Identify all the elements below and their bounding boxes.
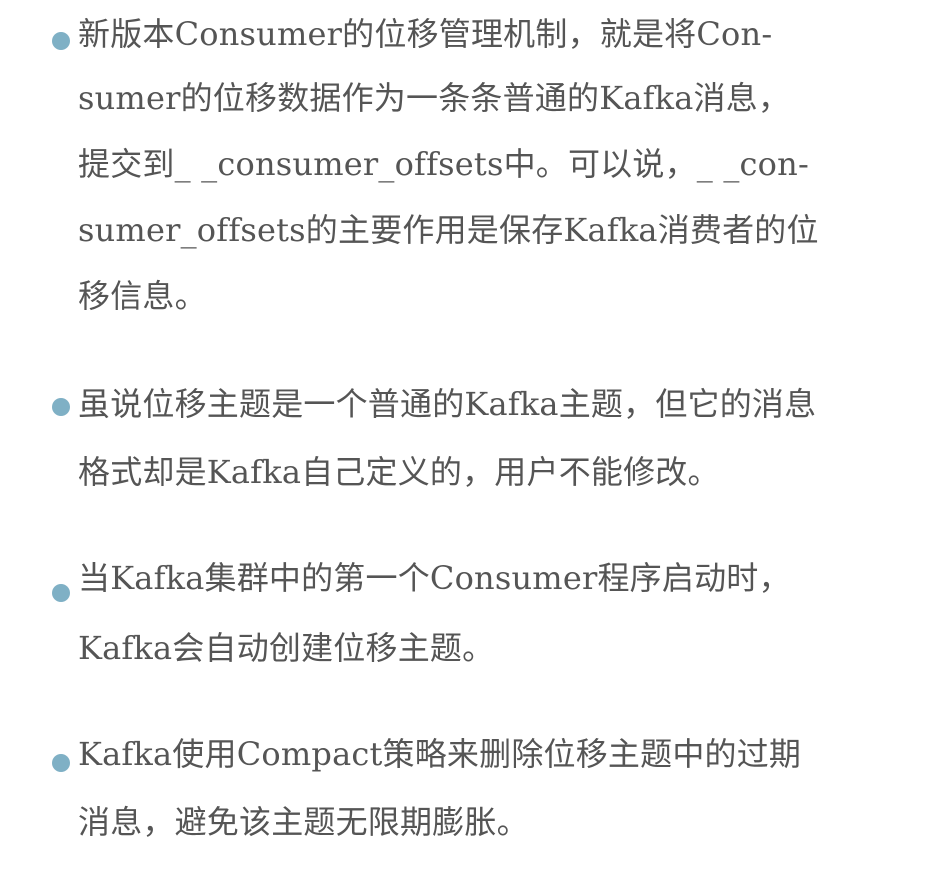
- bullet-text-line: Kafka使用Compact策略来删除位移主题中的过期: [78, 735, 802, 773]
- bullet-text-line: 提交到_ _consumer_offsets中。可以说，_ _con-: [78, 145, 809, 183]
- bullet-dot-icon: [52, 754, 70, 772]
- bullet-dot-icon: [52, 584, 70, 602]
- bullet-dot-icon: [52, 398, 70, 416]
- bullet-text-line: Kafka会自动创建位移主题。: [78, 629, 495, 667]
- bullet-text-line: 当Kafka集群中的第一个Consumer程序启动时，: [78, 559, 791, 597]
- bullet-text-line: sumer的位移数据作为一条条普通的Kafka消息，: [78, 79, 791, 117]
- bullet-text-line: 新版本Consumer的位移管理机制，就是将Con-: [78, 15, 773, 53]
- bullet-text-line: 虽说位移主题是一个普通的Kafka主题，但它的消息: [78, 385, 817, 423]
- bullet-text-line: 移信息。: [78, 277, 207, 315]
- bullet-dot-icon: [52, 32, 70, 50]
- bullet-text-line: 格式却是Kafka自己定义的，用户不能修改。: [78, 453, 720, 491]
- bullet-text-line: sumer_offsets的主要作用是保存Kafka消费者的位: [78, 211, 819, 249]
- bullet-text-line: 消息，避免该主题无限期膨胀。: [78, 803, 529, 841]
